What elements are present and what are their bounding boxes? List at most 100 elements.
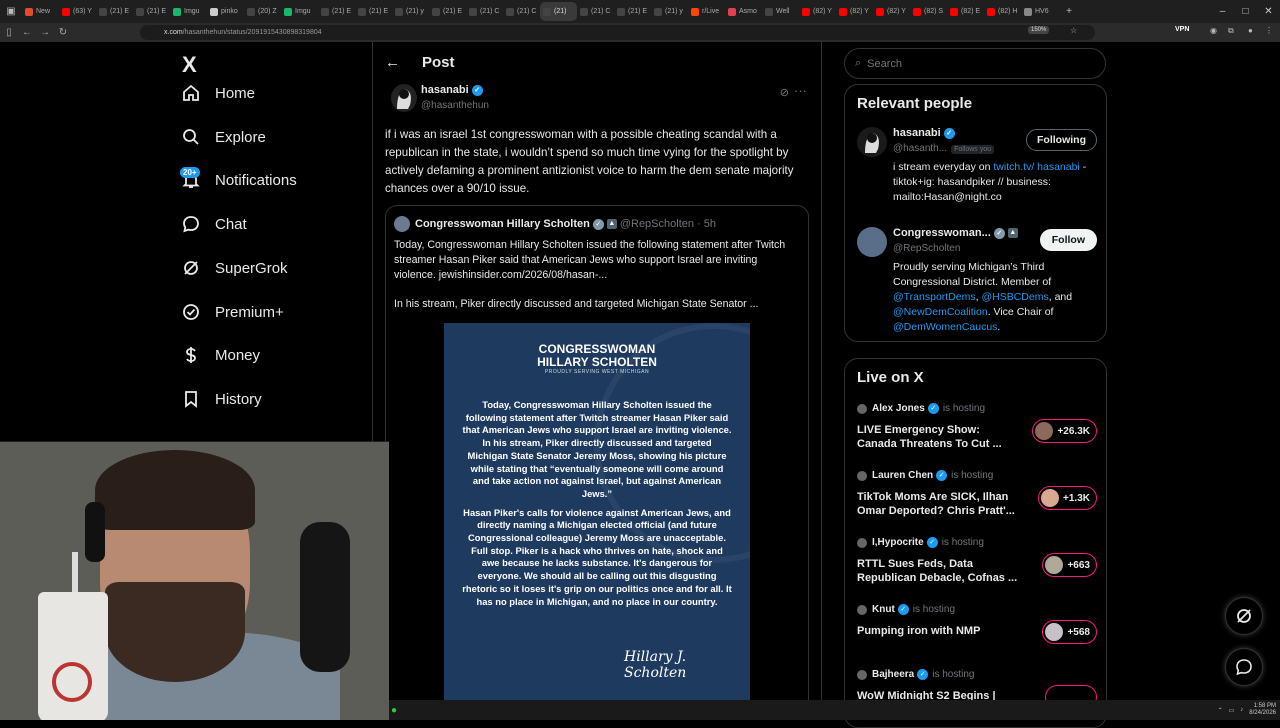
browser-tab[interactable]: (21) E	[96, 2, 133, 21]
browser-tab[interactable]: (21) y	[392, 2, 429, 21]
sidebar-item-notifications[interactable]: 20+ Notifications	[180, 165, 297, 195]
sidebar-item-money[interactable]: Money	[180, 340, 260, 370]
statement-image[interactable]: CONGRESSWOMAN HILLARY SCHOLTEN PROUDLY S…	[444, 323, 750, 703]
browser-tab[interactable]: (21) C	[577, 2, 614, 21]
browser-tab-label: (82) H	[998, 8, 1018, 15]
browser-tab[interactable]: (21) E	[614, 2, 651, 21]
quoted-post[interactable]: Congresswoman Hillary Scholten ✓ ▲ @RepS…	[385, 205, 809, 720]
live-host: Alex Jones ✓ is hosting	[857, 403, 985, 414]
browser-tab[interactable]: Well	[762, 2, 799, 21]
browser-tab-label: (21)	[554, 8, 567, 15]
browser-tab[interactable]: (82) Y	[799, 2, 836, 21]
browser-tab[interactable]: (21) E	[133, 2, 170, 21]
close-icon[interactable]: ✕	[1257, 0, 1280, 23]
extension-icon[interactable]: ◉	[1210, 26, 1217, 35]
author-handle[interactable]: @hasanthehun	[421, 100, 489, 111]
browser-tab[interactable]: HV6	[1021, 2, 1058, 21]
browser-tab[interactable]: Imgu	[170, 2, 207, 21]
author-name[interactable]: hasanabi ✓	[421, 84, 483, 96]
sidebar-item-history[interactable]: History	[180, 384, 262, 414]
bio-link[interactable]: @TransportDems	[893, 291, 976, 303]
browser-tab[interactable]: (82) Y	[873, 2, 910, 21]
more-options-icon[interactable]: ···	[794, 83, 807, 98]
app-icon	[1024, 7, 1032, 16]
bio-link[interactable]: twitch.tv/ hasanabi	[993, 161, 1079, 173]
menu-icon[interactable]: ⋮	[1265, 26, 1273, 35]
statement-title: CONGRESSWOMAN HILLARY SCHOLTEN	[444, 343, 750, 369]
sidebar-item-explore[interactable]: Explore	[180, 122, 266, 152]
bio-link[interactable]: @NewDemCoalition	[893, 306, 988, 318]
vpn-badge[interactable]: VPN	[1175, 26, 1189, 33]
live-item[interactable]: Alex Jones ✓ is hosting LIVE Emergency Show…	[857, 403, 1097, 453]
browser-tab-label: (21) y	[665, 8, 683, 15]
volume-icon[interactable]: ♪	[1240, 707, 1243, 713]
clock[interactable]: 1:58 PM 8/24/2026	[1249, 703, 1276, 717]
browser-tab[interactable]: (82) H	[984, 2, 1021, 21]
browser-tab[interactable]: r/Live	[688, 2, 725, 21]
browser-tab[interactable]: (21) E	[318, 2, 355, 21]
tray-chevron-icon[interactable]: ⌃	[1218, 707, 1223, 714]
avatar[interactable]	[391, 84, 417, 112]
person-card-repscholten[interactable]: Congresswoman... ✓ ▲ @RepScholten Follow P…	[857, 227, 1097, 337]
forward-arrow-icon[interactable]: →	[36, 27, 54, 38]
browser-tab[interactable]: (63) Y	[59, 2, 96, 21]
person-card-hasanabi[interactable]: hasanabi ✓ @hasanth... Follows you Followi…	[857, 127, 1097, 217]
profile-icon[interactable]: ●	[1248, 26, 1253, 35]
listener-count-pill[interactable]: +1.3K	[1038, 486, 1097, 510]
sidebar-item-home[interactable]: Home	[180, 78, 255, 108]
browser-tab[interactable]: (21) E	[429, 2, 466, 21]
browser-tab-label: (20) Z	[258, 8, 277, 15]
extensions-puzzle-icon[interactable]: ⧉	[1228, 26, 1234, 36]
browser-tab[interactable]: (21) y	[651, 2, 688, 21]
listener-count-pill[interactable]: +26.3K	[1032, 419, 1097, 443]
new-tab-button[interactable]: +	[1058, 0, 1080, 23]
maximize-icon[interactable]: □	[1234, 0, 1257, 23]
back-arrow-icon[interactable]: ←	[385, 54, 400, 71]
reload-icon[interactable]: ↻	[54, 27, 72, 38]
government-flag-icon: ▲	[606, 219, 617, 229]
live-item[interactable]: Lauren Chen ✓ is hosting TikTok Moms Are SI…	[857, 470, 1097, 520]
x-logo[interactable]: X	[182, 52, 197, 78]
browser-tab[interactable]: (20) Z	[244, 2, 281, 21]
app-icon[interactable]: ●	[391, 705, 397, 716]
live-item[interactable]: Knut ✓ is hosting Pumping iron with NMP +568	[857, 604, 1097, 654]
browser-tab[interactable]: Imgu	[281, 2, 318, 21]
browser-tab[interactable]: Asmo	[725, 2, 762, 21]
browser-tab[interactable]: (21)	[540, 2, 577, 21]
zoom-level-badge[interactable]: 150%	[1028, 26, 1050, 34]
browser-tab[interactable]: (21) C	[503, 2, 540, 21]
sidebar-toggle-icon[interactable]: ▯	[0, 27, 18, 38]
webcam-beard	[105, 582, 245, 682]
browser-tab[interactable]: New	[22, 2, 59, 21]
follow-button[interactable]: Follow	[1039, 229, 1097, 251]
grok-icon[interactable]	[1225, 597, 1263, 635]
sidebar-item-chat[interactable]: Chat	[180, 209, 247, 239]
search-input[interactable]: ⌕ Search	[844, 48, 1106, 79]
following-button[interactable]: Following	[1026, 129, 1097, 151]
browser-tab[interactable]: (82) E	[947, 2, 984, 21]
chat-icon[interactable]	[1225, 648, 1263, 686]
search-icon	[180, 126, 202, 148]
tab-strip-menu-icon[interactable]: ▣	[0, 0, 22, 23]
bookmark-star-icon[interactable]: ☆	[1070, 26, 1077, 35]
network-icon[interactable]: ▭	[1229, 707, 1235, 714]
browser-tab[interactable]: pinko	[207, 2, 244, 21]
listener-count-pill[interactable]: +663	[1042, 553, 1097, 577]
minimize-icon[interactable]: –	[1211, 0, 1234, 23]
live-host-name: Knut	[872, 604, 895, 615]
url-field[interactable]: x.com/hasanthehun/status/209191543089831…	[140, 25, 1095, 40]
x-icon	[506, 7, 514, 16]
sidebar-item-supergrok[interactable]: SuperGrok	[180, 253, 288, 283]
browser-tab[interactable]: (21) E	[355, 2, 392, 21]
listener-count-pill[interactable]: +568	[1042, 620, 1097, 644]
grok-icon[interactable]: ⊘	[780, 86, 789, 99]
live-item[interactable]: I,Hypocrite ✓ is hosting RTTL Sues Feds, Da…	[857, 537, 1097, 587]
bio-link[interactable]: @DemWomenCaucus	[893, 321, 997, 333]
bio-link[interactable]: @HSBCDems	[981, 291, 1048, 303]
back-arrow-icon[interactable]: ←	[18, 27, 36, 38]
sidebar-item-premium[interactable]: Premium+	[180, 297, 284, 327]
browser-tab[interactable]: (82) S	[910, 2, 947, 21]
headphone-icon	[85, 502, 105, 562]
browser-tab[interactable]: (21) C	[466, 2, 503, 21]
browser-tab[interactable]: (82) Y	[836, 2, 873, 21]
